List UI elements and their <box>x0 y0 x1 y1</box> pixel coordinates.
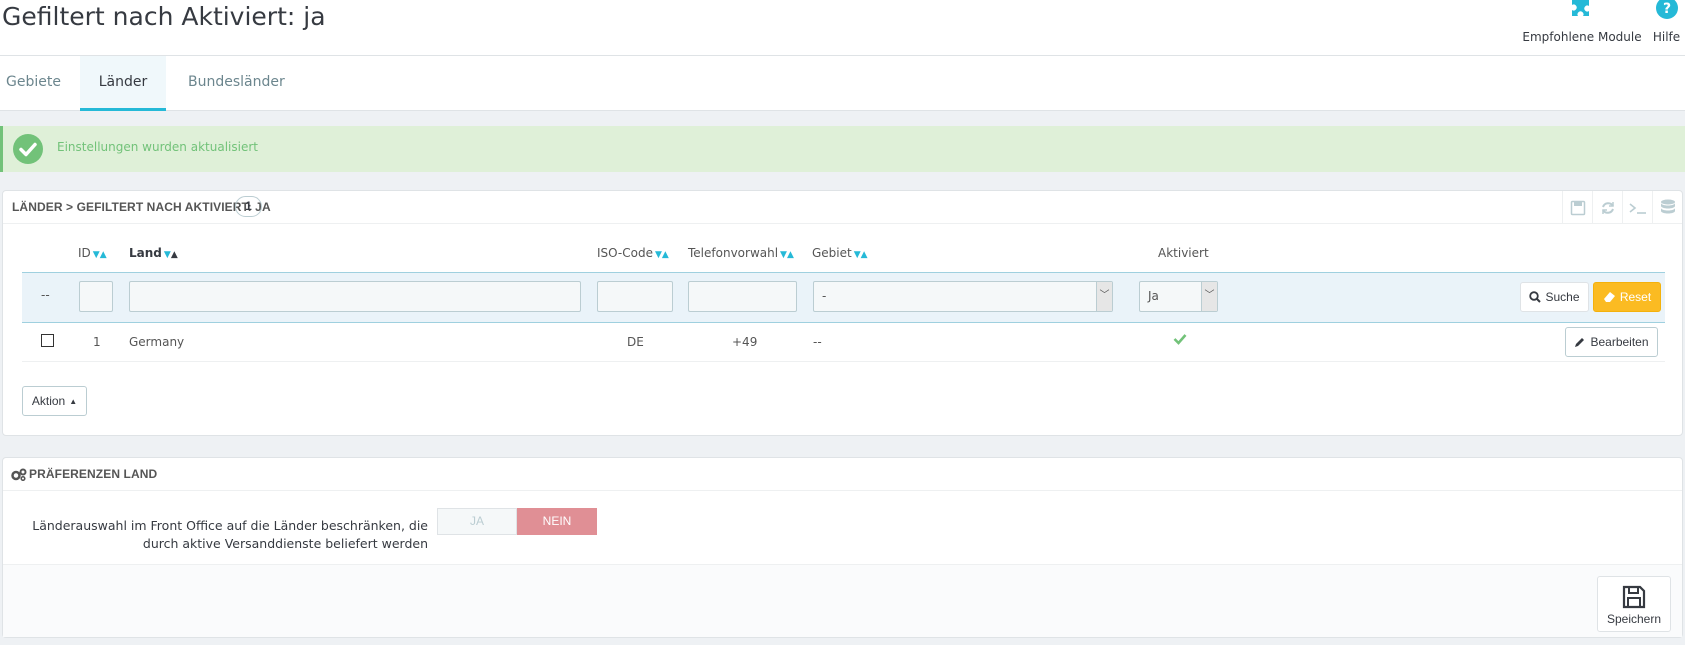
filter-phone-input[interactable] <box>688 281 797 312</box>
chevron-down-icon: ﹀ <box>1096 282 1112 311</box>
recommended-modules-button[interactable]: Empfohlene Module <box>1522 0 1642 44</box>
sort-icon[interactable]: ▼▲ <box>164 250 178 260</box>
cell-iso: DE <box>627 335 644 349</box>
svg-text:?: ? <box>1662 1 1670 17</box>
filter-row: -- - ﹀ Ja ﹀ Suche Reset <box>22 272 1665 323</box>
bulk-action-label: Aktion <box>31 394 66 408</box>
cell-zone: -- <box>813 335 822 349</box>
column-land-label: Land <box>129 246 162 260</box>
chevron-down-icon: ﹀ <box>1201 282 1217 311</box>
switch-yes[interactable]: JA <box>437 508 517 535</box>
sort-icon[interactable]: ▼▲ <box>780 250 794 260</box>
check-icon[interactable] <box>1173 333 1187 348</box>
edit-label: Bearbeiten <box>1590 335 1649 349</box>
recommended-modules-label: Empfohlene Module <box>1522 30 1642 44</box>
column-active: Aktiviert <box>1158 246 1209 260</box>
column-phone[interactable]: Telefonvorwahl ▼▲ <box>688 246 794 260</box>
pencil-icon <box>1575 338 1585 347</box>
eraser-icon <box>1603 292 1615 302</box>
filter-iso-input[interactable] <box>597 281 673 312</box>
panel-footer: Speichern <box>3 564 1682 637</box>
page-title: Gefiltert nach Aktiviert: ja <box>2 2 326 31</box>
panel-title: Länder > Gefiltert nach Aktiviert: ja <box>12 200 271 214</box>
refresh-button[interactable] <box>1592 191 1622 224</box>
save-button[interactable]: Speichern <box>1597 576 1671 632</box>
filter-active-value: Ja <box>1148 289 1159 303</box>
count-badge: 1 <box>235 196 262 217</box>
sort-icon[interactable]: ▼▲ <box>854 250 868 260</box>
refresh-icon <box>1601 201 1614 214</box>
help-icon: ? <box>1655 0 1678 19</box>
cell-phone: +49 <box>732 335 758 349</box>
search-button[interactable]: Suche <box>1520 282 1589 312</box>
alert-text: Einstellungen wurden aktualisiert <box>57 140 258 154</box>
database-icon <box>1660 199 1675 213</box>
column-iso[interactable]: ISO-Code ▼▲ <box>597 246 669 260</box>
search-icon <box>1529 291 1542 303</box>
bulk-action-button[interactable]: Aktion ▲ <box>22 386 87 416</box>
export-button[interactable] <box>1562 191 1592 224</box>
restrict-countries-label: Länderauswahl im Front Office auf die Lä… <box>32 518 428 551</box>
column-zone-label: Gebiet <box>812 246 852 260</box>
sort-icon[interactable]: ▼▲ <box>655 250 669 260</box>
tab-bundeslaender[interactable]: Bundesländer <box>182 56 291 111</box>
help-button[interactable]: ? Hilfe <box>1648 0 1685 44</box>
tab-bar: Gebiete Länder Bundesländer <box>0 56 1685 111</box>
filter-id-input[interactable] <box>79 281 113 312</box>
panel-tools <box>1562 191 1682 224</box>
caret-up-icon: ▲ <box>69 396 78 406</box>
restrict-countries-switch[interactable]: JA NEIN <box>437 508 597 535</box>
column-iso-label: ISO-Code <box>597 246 653 260</box>
puzzle-icon <box>1572 0 1589 16</box>
edit-button[interactable]: Bearbeiten <box>1565 327 1658 357</box>
save-label: Speichern <box>1606 612 1662 626</box>
panel-heading: Länder > Gefiltert nach Aktiviert: ja 1 <box>3 191 1682 224</box>
tab-laender[interactable]: Länder <box>80 56 166 111</box>
check-circle-icon <box>13 134 43 164</box>
cogs-icon <box>11 468 27 481</box>
sql-manager-button[interactable] <box>1652 191 1682 224</box>
preferences-panel: Präferenzen Land Länderauswahl im Front … <box>2 457 1683 638</box>
column-phone-label: Telefonvorwahl <box>688 246 779 260</box>
column-land[interactable]: Land ▼▲ <box>129 246 178 260</box>
reset-label: Reset <box>1619 290 1652 304</box>
filter-land-input[interactable] <box>129 281 581 312</box>
save-icon <box>1622 585 1646 609</box>
cell-land: Germany <box>129 335 185 349</box>
row-checkbox[interactable] <box>41 334 54 347</box>
filter-active-select[interactable]: Ja ﹀ <box>1139 281 1218 312</box>
countries-panel: Länder > Gefiltert nach Aktiviert: ja 1 … <box>2 190 1683 436</box>
bulk-placeholder: -- <box>41 288 50 302</box>
search-label: Suche <box>1545 290 1580 304</box>
save-icon <box>1570 200 1585 215</box>
tab-gebiete[interactable]: Gebiete <box>0 56 67 111</box>
page-header: Gefiltert nach Aktiviert: ja Empfohlene … <box>0 0 1685 56</box>
filter-zone-select[interactable]: - ﹀ <box>813 281 1113 312</box>
panel-title: Präferenzen Land <box>29 467 158 481</box>
column-zone[interactable]: Gebiet ▼▲ <box>812 246 868 260</box>
reset-button[interactable]: Reset <box>1593 282 1661 312</box>
sql-query-button[interactable] <box>1622 191 1652 224</box>
filter-zone-value: - <box>822 289 827 303</box>
switch-no[interactable]: NEIN <box>517 508 597 535</box>
column-id[interactable]: ID ▼▲ <box>78 246 107 260</box>
success-alert: Einstellungen wurden aktualisiert <box>0 126 1685 172</box>
help-label: Hilfe <box>1652 30 1681 44</box>
terminal-icon <box>1629 202 1646 214</box>
sort-icon[interactable]: ▼▲ <box>93 250 107 260</box>
table-row: 1 Germany DE +49 -- Bearbeiten <box>22 323 1665 362</box>
cell-id: 1 <box>93 335 101 349</box>
panel-heading: Präferenzen Land <box>3 458 1682 491</box>
column-id-label: ID <box>78 246 91 260</box>
